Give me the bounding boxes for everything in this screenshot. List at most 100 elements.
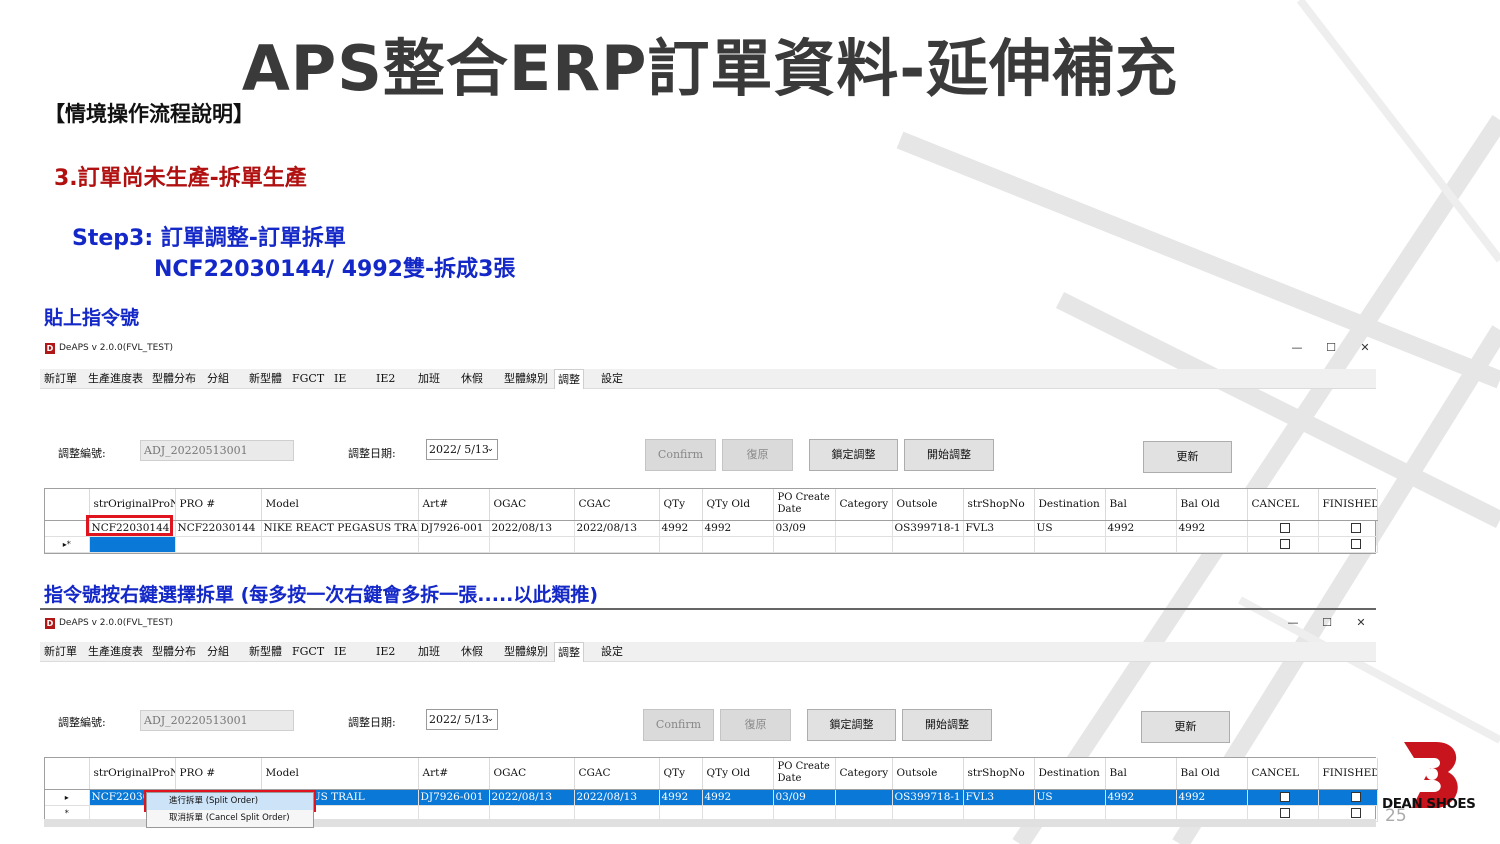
col-finished[interactable]: FINISHED (1318, 758, 1378, 790)
tab-new-order[interactable]: 新訂單 (44, 369, 77, 389)
tab-adjust[interactable]: 調整 (554, 369, 584, 389)
col-finished[interactable]: FINISHED (1318, 489, 1378, 521)
table-row-new[interactable]: ▸* (45, 536, 1378, 553)
adj-date-picker[interactable]: 2022/ 5/13 ⌄ (426, 439, 498, 460)
tab-model-line[interactable]: 型體線別 (504, 642, 548, 662)
col-original-pro-no[interactable]: strOriginalProNo (89, 758, 176, 790)
col-ogac[interactable]: OGAC (489, 489, 575, 521)
col-destination[interactable]: Destination (1034, 758, 1106, 790)
cell-empty[interactable] (418, 536, 490, 553)
close-icon[interactable]: ✕ (1348, 339, 1382, 357)
start-adjust-button[interactable]: 開始調整 (904, 439, 994, 471)
tab-model-line[interactable]: 型體線別 (504, 369, 548, 389)
cell-finished[interactable] (1318, 520, 1378, 537)
tab-fgct[interactable]: FGCT (292, 642, 324, 662)
cell-destination[interactable]: US (1034, 789, 1106, 806)
tab-settings[interactable]: 設定 (601, 642, 623, 662)
minimize-icon[interactable]: — (1280, 339, 1314, 357)
cell-qty[interactable]: 4992 (659, 789, 703, 806)
row-header[interactable] (45, 520, 90, 537)
tab-holiday[interactable]: 休假 (461, 642, 483, 662)
cell-cancel[interactable] (1247, 789, 1319, 806)
cell-empty[interactable] (1176, 536, 1248, 553)
tab-group[interactable]: 分組 (207, 642, 229, 662)
finished-checkbox[interactable] (1350, 808, 1361, 818)
tab-model-dist[interactable]: 型體分布 (152, 642, 196, 662)
cell-bal[interactable]: 4992 (1105, 789, 1177, 806)
col-category[interactable]: Category (835, 489, 893, 521)
row-header-current[interactable]: ▸ (45, 789, 90, 806)
start-adjust-button[interactable]: 開始調整 (902, 709, 992, 741)
cell-ogac[interactable]: 2022/08/13 (489, 789, 575, 806)
cell-cancel[interactable] (1247, 536, 1319, 553)
lock-adjust-button[interactable]: 鎖定調整 (807, 709, 896, 741)
col-qty[interactable]: QTy (659, 489, 703, 521)
col-shop-no[interactable]: strShopNo (963, 758, 1035, 790)
cancel-checkbox[interactable] (1279, 808, 1290, 818)
col-model[interactable]: Model (261, 758, 419, 790)
cell-empty[interactable] (773, 536, 836, 553)
tab-ie2[interactable]: IE2 (376, 369, 395, 389)
restore-button[interactable]: 復原 (720, 709, 791, 741)
col-ogac[interactable]: OGAC (489, 758, 575, 790)
tab-holiday[interactable]: 休假 (461, 369, 483, 389)
col-cancel[interactable]: CANCEL (1247, 758, 1319, 790)
cell-art[interactable]: DJ7926-001 (418, 520, 490, 537)
col-outsole[interactable]: Outsole (892, 489, 964, 521)
cell-empty[interactable] (489, 536, 575, 553)
tab-group[interactable]: 分組 (207, 369, 229, 389)
finished-checkbox[interactable] (1350, 792, 1361, 802)
cancel-checkbox[interactable] (1279, 539, 1290, 549)
confirm-button[interactable]: Confirm (643, 709, 714, 741)
col-art[interactable]: Art# (418, 489, 490, 521)
cell-art[interactable]: DJ7926-001 (418, 789, 490, 806)
cell-empty[interactable] (702, 536, 774, 553)
cell-empty[interactable] (574, 536, 660, 553)
cell-empty[interactable] (963, 536, 1035, 553)
col-po-create-date[interactable]: PO Create Date (773, 489, 836, 521)
cell-empty[interactable] (892, 536, 964, 553)
restore-button[interactable]: 復原 (722, 439, 793, 471)
cell-empty[interactable] (1105, 536, 1177, 553)
adj-date-picker[interactable]: 2022/ 5/13 ⌄ (426, 709, 498, 730)
col-destination[interactable]: Destination (1034, 489, 1106, 521)
cell-po-create-date[interactable]: 03/09 (773, 789, 836, 806)
cell-qty-old[interactable]: 4992 (702, 520, 774, 537)
tab-new-model[interactable]: 新型體 (249, 642, 282, 662)
cell-bal-old[interactable]: 4992 (1176, 520, 1248, 537)
col-cgac[interactable]: CGAC (574, 489, 660, 521)
cancel-checkbox[interactable] (1279, 523, 1290, 533)
table-row[interactable]: NCF22030144 NCF22030144 NIKE REACT PEGAS… (45, 520, 1378, 537)
cell-empty[interactable] (835, 536, 893, 553)
tab-adjust[interactable]: 調整 (554, 642, 584, 662)
cell-outsole[interactable]: OS399718-1 (892, 520, 964, 537)
cell-shop-no[interactable]: FVL3 (963, 789, 1035, 806)
tab-new-model[interactable]: 新型體 (249, 369, 282, 389)
tab-fgct[interactable]: FGCT (292, 369, 324, 389)
cell-qty[interactable]: 4992 (659, 520, 703, 537)
menu-item-split-order[interactable]: 進行拆單 (Split Order) (147, 793, 313, 810)
maximize-icon[interactable]: ☐ (1314, 339, 1348, 357)
col-qty[interactable]: QTy (659, 758, 703, 790)
col-cgac[interactable]: CGAC (574, 758, 660, 790)
cell-cgac[interactable]: 2022/08/13 (574, 789, 660, 806)
cell-category[interactable] (835, 520, 893, 537)
col-qty-old[interactable]: QTy Old (702, 758, 774, 790)
cell-shop-no[interactable]: FVL3 (963, 520, 1035, 537)
cell-finished[interactable] (1318, 789, 1378, 806)
cell-outsole[interactable]: OS399718-1 (892, 789, 964, 806)
cell-model[interactable]: NIKE REACT PEGASUS TRAIL (261, 520, 419, 537)
refresh-button[interactable]: 更新 (1141, 711, 1230, 743)
cell-empty[interactable] (261, 536, 419, 553)
row-header-new[interactable]: ▸* (45, 536, 90, 553)
finished-checkbox[interactable] (1350, 539, 1361, 549)
tab-ie[interactable]: IE (334, 369, 346, 389)
tab-overtime[interactable]: 加班 (418, 369, 440, 389)
tab-model-dist[interactable]: 型體分布 (152, 369, 196, 389)
col-model[interactable]: Model (261, 489, 419, 521)
confirm-button[interactable]: Confirm (645, 439, 716, 471)
minimize-icon[interactable]: — (1276, 614, 1310, 632)
tab-progress[interactable]: 生產進度表 (88, 369, 143, 389)
maximize-icon[interactable]: ☐ (1310, 614, 1344, 632)
col-bal[interactable]: Bal (1105, 758, 1177, 790)
